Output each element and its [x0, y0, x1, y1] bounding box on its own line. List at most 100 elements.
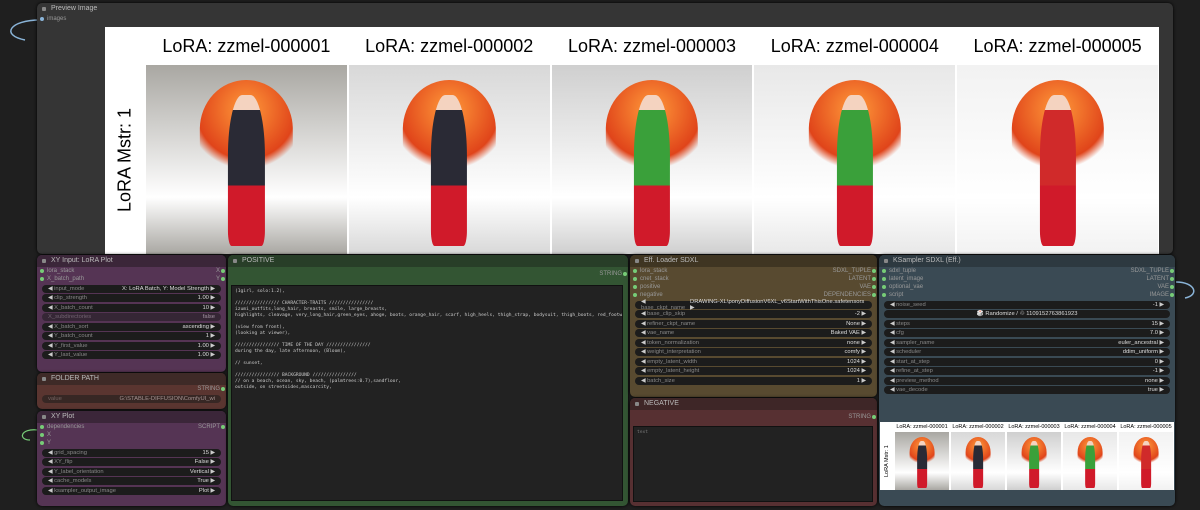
widget-base-clip-skip[interactable]: base_clip_skip -2 [635, 310, 872, 318]
preview-image-node[interactable]: Preview Image images LoRA Mstr: 1 LoRA: z… [37, 3, 1173, 254]
widget-cfg[interactable]: cfg 7.0 [884, 329, 1170, 337]
widget-refiner-ckpt-name[interactable]: refiner_ckpt_name None [635, 319, 872, 328]
input-cnet-stack[interactable]: cnet_stack LATENT [630, 275, 877, 283]
input-lora-stack[interactable]: lora_stack X [37, 267, 226, 275]
grid-image [146, 65, 347, 254]
output-slot-dot[interactable] [872, 293, 876, 297]
input-slot-dot[interactable] [40, 441, 44, 445]
input-slot-dot[interactable] [40, 425, 44, 429]
widget-start-at-step[interactable]: start_at_step 0 [884, 357, 1170, 366]
input-x-batch-path[interactable]: X_batch_path Y [37, 275, 226, 283]
output-string[interactable]: STRING [630, 413, 877, 421]
widget-xy-flip[interactable]: XY_flip False [42, 458, 221, 466]
input-latent-image[interactable]: latent_image LATENT [879, 275, 1175, 283]
widget-batch-size[interactable]: batch_size 1 [635, 376, 872, 385]
node-body: lora_stack X X_batch_path Yinput_mode X: LoR… [37, 267, 226, 359]
widget-empty-latent-height[interactable]: empty_latent_height 1024 [635, 367, 872, 375]
widget-name: Y_label_orientation [48, 469, 104, 475]
input-slot-dot[interactable] [633, 293, 637, 297]
input-slot-dot[interactable] [882, 269, 886, 273]
output-slot-dot[interactable] [1170, 293, 1174, 297]
input-slot-dot[interactable] [633, 277, 637, 281]
input-positive[interactable]: positive VAE [630, 283, 877, 291]
widget-y-first-value[interactable]: Y_first_value 1.00 [42, 341, 221, 350]
widget-name: Y_first_value [48, 343, 88, 349]
output-string[interactable]: STRING [37, 385, 226, 393]
folder-path-node[interactable]: FOLDER PATH STRING value G:\STABLE-DIFFUS… [37, 373, 226, 409]
input-script[interactable]: script IMAGE [879, 291, 1175, 299]
input-negative[interactable]: negative DEPENDENCIES [630, 291, 877, 299]
widget-value: comfy [844, 349, 866, 355]
widget-grid-spacing[interactable]: grid_spacing 15 [42, 448, 221, 457]
widget-x-batch-count[interactable]: X_batch_count 10 [42, 303, 221, 312]
output-slot-dot[interactable] [872, 285, 876, 289]
input-lora-stack[interactable]: lora_stack SDXL_TUPLE [630, 267, 877, 275]
widget-ksampler-output-image[interactable]: ksampler_output_image Plot [42, 486, 221, 495]
positive-prompt-textarea[interactable]: (1girl, solo:1.2), //////////////// CHAR… [231, 285, 623, 501]
output-slot-dot[interactable] [1170, 285, 1174, 289]
input-slot-dot[interactable] [40, 433, 44, 437]
xy-plot-node[interactable]: XY Plot dependencies SCRIPT XYgrid_spacing… [37, 411, 226, 506]
xy-input-lora-plot-node[interactable]: XY Input: LoRA Plot lora_stack X X_batch_p… [37, 255, 226, 372]
node-title[interactable]: Preview Image [37, 3, 1173, 15]
eff-loader-sdxl-node[interactable]: Eff. Loader SDXL lora_stack SDXL_TUPLE cne… [630, 255, 877, 397]
widget-empty-latent-width[interactable]: empty_latent_width 1024 [635, 357, 872, 366]
widget-refine-at-step[interactable]: refine_at_step -1 [884, 367, 1170, 375]
input-sdxl-tuple[interactable]: sdxl_tuple SDXL_TUPLE [879, 267, 1175, 275]
widget-token-normalization[interactable]: token_normalization none [635, 338, 872, 347]
node-title[interactable]: Eff. Loader SDXL [630, 255, 877, 267]
node-title[interactable]: POSITIVE [228, 255, 628, 267]
negative-prompt-node[interactable]: NEGATIVE STRING text [630, 398, 877, 506]
negative-prompt-textarea[interactable]: text [633, 426, 873, 502]
input-slot-dot[interactable] [633, 269, 637, 273]
input-images[interactable]: images [37, 15, 1173, 23]
widget-x-batch-sort[interactable]: X_batch_sort ascending [42, 322, 221, 331]
widget-name: X_batch_sort [48, 324, 88, 330]
widget-weight-interpretation[interactable]: weight_interpretation comfy [635, 348, 872, 356]
widget-value[interactable]: value G:\STABLE-DIFFUSION\ComfyUI_wi [42, 394, 221, 403]
widget-y-label-orientation[interactable]: Y_label_orientation Vertical [42, 467, 221, 476]
node-title[interactable]: XY Input: LoRA Plot [37, 255, 226, 267]
output-slot-dot[interactable] [221, 277, 225, 281]
input-y[interactable]: Y [37, 439, 226, 447]
input-slot-dot[interactable] [882, 277, 886, 281]
widget-steps[interactable]: steps 15 [884, 319, 1170, 328]
randomize-seed-button[interactable]: 🎲 Randomize / ♲ 1109152763861923 [884, 310, 1170, 318]
widget-base-ckpt-name[interactable]: base_ckpt_nameDRAWING-XL\ponyDiffusionV6… [635, 299, 872, 311]
widget-y-last-value[interactable]: Y_last_value 1.00 [42, 351, 221, 359]
input-x[interactable]: X [37, 431, 226, 439]
widget-noise-seed[interactable]: noise_seed -1 [884, 300, 1170, 309]
widget-value: 7.0 [1150, 330, 1164, 336]
widget-x-subdirectories[interactable]: X_subdirectories false [42, 313, 221, 321]
input-slot-dot[interactable] [40, 277, 44, 281]
widget-vae-decode[interactable]: vae_decode true [884, 386, 1170, 394]
widget-cache-models[interactable]: cache_models True [42, 477, 221, 485]
widget-input-mode[interactable]: input_mode X: LoRA Batch, Y: Model Streng… [42, 284, 221, 293]
input-slot-dot[interactable] [882, 293, 886, 297]
node-title[interactable]: FOLDER PATH [37, 373, 226, 385]
input-optional-vae[interactable]: optional_vae VAE [879, 283, 1175, 291]
output-slot-dot[interactable] [872, 277, 876, 281]
output-slot-dot[interactable] [1170, 277, 1174, 281]
input-dependencies[interactable]: dependencies SCRIPT [37, 423, 226, 431]
output-slot-dot[interactable] [221, 425, 225, 429]
node-title[interactable]: KSampler SDXL (Eff.) [879, 255, 1175, 267]
widget-sampler-name[interactable]: sampler_name euler_ancestral [884, 338, 1170, 347]
widget-preview-method[interactable]: preview_method none [884, 376, 1170, 385]
widget-y-batch-count[interactable]: Y_batch_count 1 [42, 332, 221, 340]
input-slot-dot[interactable] [633, 285, 637, 289]
input-slot-dot[interactable] [40, 269, 44, 273]
widget-scheduler[interactable]: scheduler ddim_uniform [884, 348, 1170, 356]
output-label: SCRIPT [197, 424, 220, 430]
widget-vae-name[interactable]: vae_name Baked VAE [635, 329, 872, 337]
ksampler-sdxl-node[interactable]: KSampler SDXL (Eff.) sdxl_tuple SDXL_TUPL… [879, 255, 1175, 506]
output-slot-dot[interactable] [221, 269, 225, 273]
node-title[interactable]: NEGATIVE [630, 398, 877, 410]
positive-prompt-node[interactable]: POSITIVE STRING (1girl, solo:1.2), /////… [228, 255, 628, 506]
widget-clip-strength[interactable]: clip_strength 1.00 [42, 294, 221, 302]
node-title[interactable]: XY Plot [37, 411, 226, 423]
output-string[interactable]: STRING [228, 270, 628, 278]
input-slot-dot[interactable] [882, 285, 886, 289]
output-slot-dot[interactable] [872, 269, 876, 273]
output-slot-dot[interactable] [1170, 269, 1174, 273]
